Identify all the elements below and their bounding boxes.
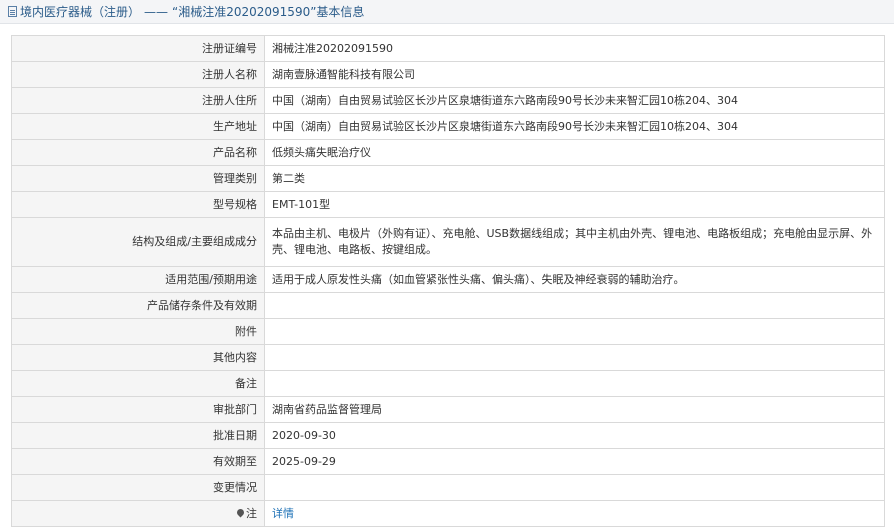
row-label: 其他内容 <box>11 344 265 371</box>
table-row: 有效期至 2025-09-29 <box>11 448 885 475</box>
row-label: 附件 <box>11 318 265 345</box>
row-value: 湘械注准20202091590 <box>264 35 885 62</box>
note-value-cell: 详情 <box>264 500 885 527</box>
map-pin-icon <box>235 507 246 517</box>
row-label: 产品储存条件及有效期 <box>11 292 265 319</box>
row-label: 备注 <box>11 370 265 397</box>
row-value <box>264 318 885 345</box>
row-label: 有效期至 <box>11 448 265 475</box>
table-row: 注册证编号 湘械注准20202091590 <box>11 35 885 62</box>
row-label: 变更情况 <box>11 474 265 501</box>
row-value: 2020-09-30 <box>264 422 885 449</box>
table-row: 其他内容 <box>11 344 885 371</box>
table-row: 产品名称 低频头痛失眠治疗仪 <box>11 139 885 166</box>
row-value: 低频头痛失眠治疗仪 <box>264 139 885 166</box>
row-value: 本品由主机、电极片（外购有证）、充电舱、USB数据线组成；其中主机由外壳、锂电池… <box>264 217 885 267</box>
row-label: 注册人住所 <box>11 87 265 114</box>
page-header: 境内医疗器械（注册） —— “湘械注准20202091590”基本信息 <box>0 0 894 24</box>
row-value <box>264 344 885 371</box>
table-row: 审批部门 湖南省药品监督管理局 <box>11 396 885 423</box>
header-title: “湘械注准20202091590”基本信息 <box>172 5 365 19</box>
table-row: 型号规格 EMT-101型 <box>11 191 885 218</box>
header-separator: —— <box>144 4 169 19</box>
details-link[interactable]: 详情 <box>272 507 294 520</box>
table-row: 结构及组成/主要组成成分 本品由主机、电极片（外购有证）、充电舱、USB数据线组… <box>11 217 885 267</box>
table-row: 生产地址 中国（湖南）自由贸易试验区长沙片区泉塘街道东六路南段90号长沙未来智汇… <box>11 113 885 140</box>
table-row: 批准日期 2020-09-30 <box>11 422 885 449</box>
row-label: 审批部门 <box>11 396 265 423</box>
table-row: 管理类别 第二类 <box>11 165 885 192</box>
row-label: 生产地址 <box>11 113 265 140</box>
row-value: EMT-101型 <box>264 191 885 218</box>
table-row-note: 注 详情 <box>11 500 885 527</box>
row-value: 第二类 <box>264 165 885 192</box>
row-value: 中国（湖南）自由贸易试验区长沙片区泉塘街道东六路南段90号长沙未来智汇园10栋2… <box>264 113 885 140</box>
table-row: 备注 <box>11 370 885 397</box>
table-row: 附件 <box>11 318 885 345</box>
row-label: 产品名称 <box>11 139 265 166</box>
document-icon <box>8 6 17 17</box>
table-row: 产品储存条件及有效期 <box>11 292 885 319</box>
row-value: 湖南省药品监督管理局 <box>264 396 885 423</box>
row-label: 注册人名称 <box>11 61 265 88</box>
row-value: 适用于成人原发性头痛（如血管紧张性头痛、偏头痛）、失眠及神经衰弱的辅助治疗。 <box>264 266 885 293</box>
row-label: 注册证编号 <box>11 35 265 62</box>
info-table: 注册证编号 湘械注准20202091590 注册人名称 湖南壹脉通智能科技有限公… <box>11 35 885 527</box>
row-value <box>264 474 885 501</box>
table-row: 变更情况 <box>11 474 885 501</box>
row-label: 批准日期 <box>11 422 265 449</box>
row-value: 中国（湖南）自由贸易试验区长沙片区泉塘街道东六路南段90号长沙未来智汇园10栋2… <box>264 87 885 114</box>
row-label: 型号规格 <box>11 191 265 218</box>
note-label: 注 <box>246 506 257 520</box>
row-label: 管理类别 <box>11 165 265 192</box>
table-row: 注册人名称 湖南壹脉通智能科技有限公司 <box>11 61 885 88</box>
header-section: 境内医疗器械（注册） <box>20 5 141 19</box>
row-label: 结构及组成/主要组成成分 <box>11 217 265 267</box>
table-row: 注册人住所 中国（湖南）自由贸易试验区长沙片区泉塘街道东六路南段90号长沙未来智… <box>11 87 885 114</box>
row-value <box>264 370 885 397</box>
note-label-cell: 注 <box>11 500 265 527</box>
table-row: 适用范围/预期用途 适用于成人原发性头痛（如血管紧张性头痛、偏头痛）、失眠及神经… <box>11 266 885 293</box>
row-value: 2025-09-29 <box>264 448 885 475</box>
row-value <box>264 292 885 319</box>
row-value: 湖南壹脉通智能科技有限公司 <box>264 61 885 88</box>
row-label: 适用范围/预期用途 <box>11 266 265 293</box>
